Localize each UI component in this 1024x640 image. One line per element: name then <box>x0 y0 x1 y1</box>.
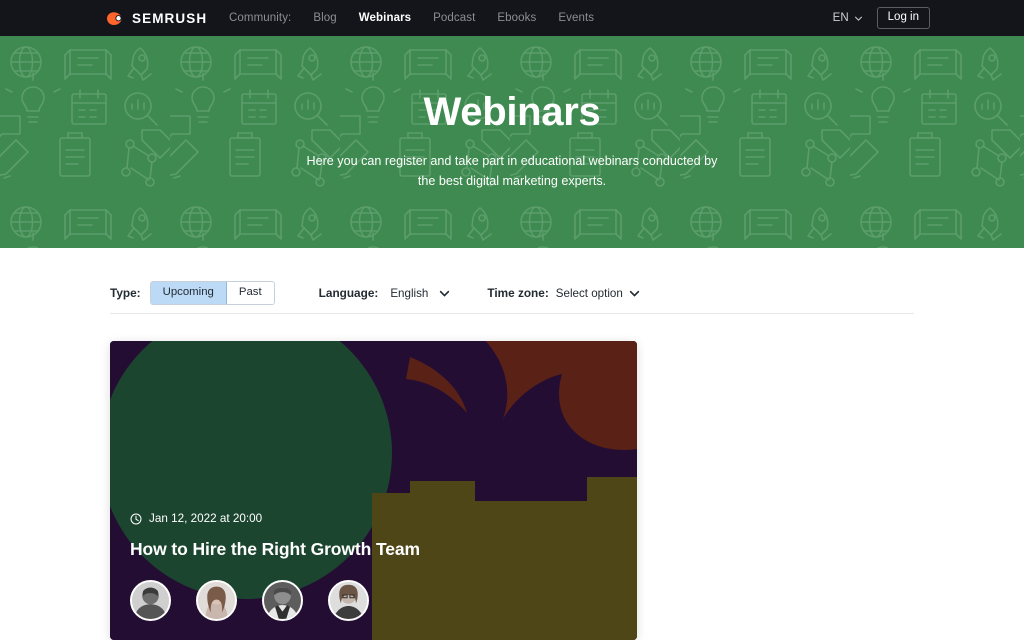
page-subtitle: Here you can register and take part in e… <box>306 154 718 189</box>
nav-item-webinars[interactable]: Webinars <box>359 12 411 24</box>
login-button[interactable]: Log in <box>876 6 930 30</box>
avatar[interactable] <box>262 580 303 621</box>
language-dropdown-value[interactable]: English <box>390 287 428 300</box>
filter-timezone: Time zone: Select option <box>487 286 639 300</box>
filter-timezone-label: Time zone: <box>487 286 549 301</box>
hero-banner: Webinars Here you can register and take … <box>0 36 1024 248</box>
timezone-dropdown-value[interactable]: Select option <box>556 287 623 300</box>
filter-divider <box>110 313 914 314</box>
nav-item-podcast[interactable]: Podcast <box>433 12 475 24</box>
top-navigation-bar: SEMRUSH Community: Blog Webinars Podcast… <box>0 0 1024 36</box>
chevron-down-icon[interactable] <box>623 288 640 299</box>
type-segmented-control: Upcoming Past <box>149 281 275 306</box>
avatar[interactable] <box>130 580 171 621</box>
chevron-down-icon <box>854 14 863 23</box>
filter-language-label: Language: <box>318 286 379 301</box>
nav-item-events[interactable]: Events <box>558 12 594 24</box>
language-selector[interactable]: EN <box>833 12 863 24</box>
primary-nav: Community: Blog Webinars Podcast Ebooks … <box>229 12 594 24</box>
type-option-past[interactable]: Past <box>226 282 274 305</box>
nav-item-blog[interactable]: Blog <box>313 12 336 24</box>
filter-language: Language: English <box>319 286 451 300</box>
language-selector-value: EN <box>832 12 849 24</box>
type-option-upcoming[interactable]: Upcoming <box>150 282 227 305</box>
filter-type: Type: Upcoming Past <box>110 281 275 306</box>
avatar[interactable] <box>196 580 237 621</box>
avatar[interactable] <box>328 580 369 621</box>
chevron-down-icon[interactable] <box>433 288 450 299</box>
webinar-card-body: Jan 12, 2022 at 20:00 How to Hire the Ri… <box>130 512 621 621</box>
filter-bar: Type: Upcoming Past Language: English Ti… <box>110 281 640 306</box>
webinar-title: How to Hire the Right Growth Team <box>130 539 420 559</box>
clock-icon <box>130 513 142 525</box>
semrush-flame-icon <box>106 11 125 26</box>
semrush-logo-text: SEMRUSH <box>132 10 208 26</box>
page-title: Webinars <box>423 90 601 134</box>
nav-community-label: Community: <box>229 12 292 24</box>
nav-item-ebooks[interactable]: Ebooks <box>497 12 536 24</box>
webinar-card[interactable]: Jan 12, 2022 at 20:00 How to Hire the Ri… <box>110 341 637 640</box>
webinar-date-text: Jan 12, 2022 at 20:00 <box>149 512 263 525</box>
semrush-logo[interactable]: SEMRUSH <box>106 11 207 26</box>
topbar-right-group: EN Log in <box>833 6 930 30</box>
webinar-date: Jan 12, 2022 at 20:00 <box>130 512 621 525</box>
filter-type-label: Type: <box>110 286 141 301</box>
speaker-avatars <box>130 580 621 621</box>
